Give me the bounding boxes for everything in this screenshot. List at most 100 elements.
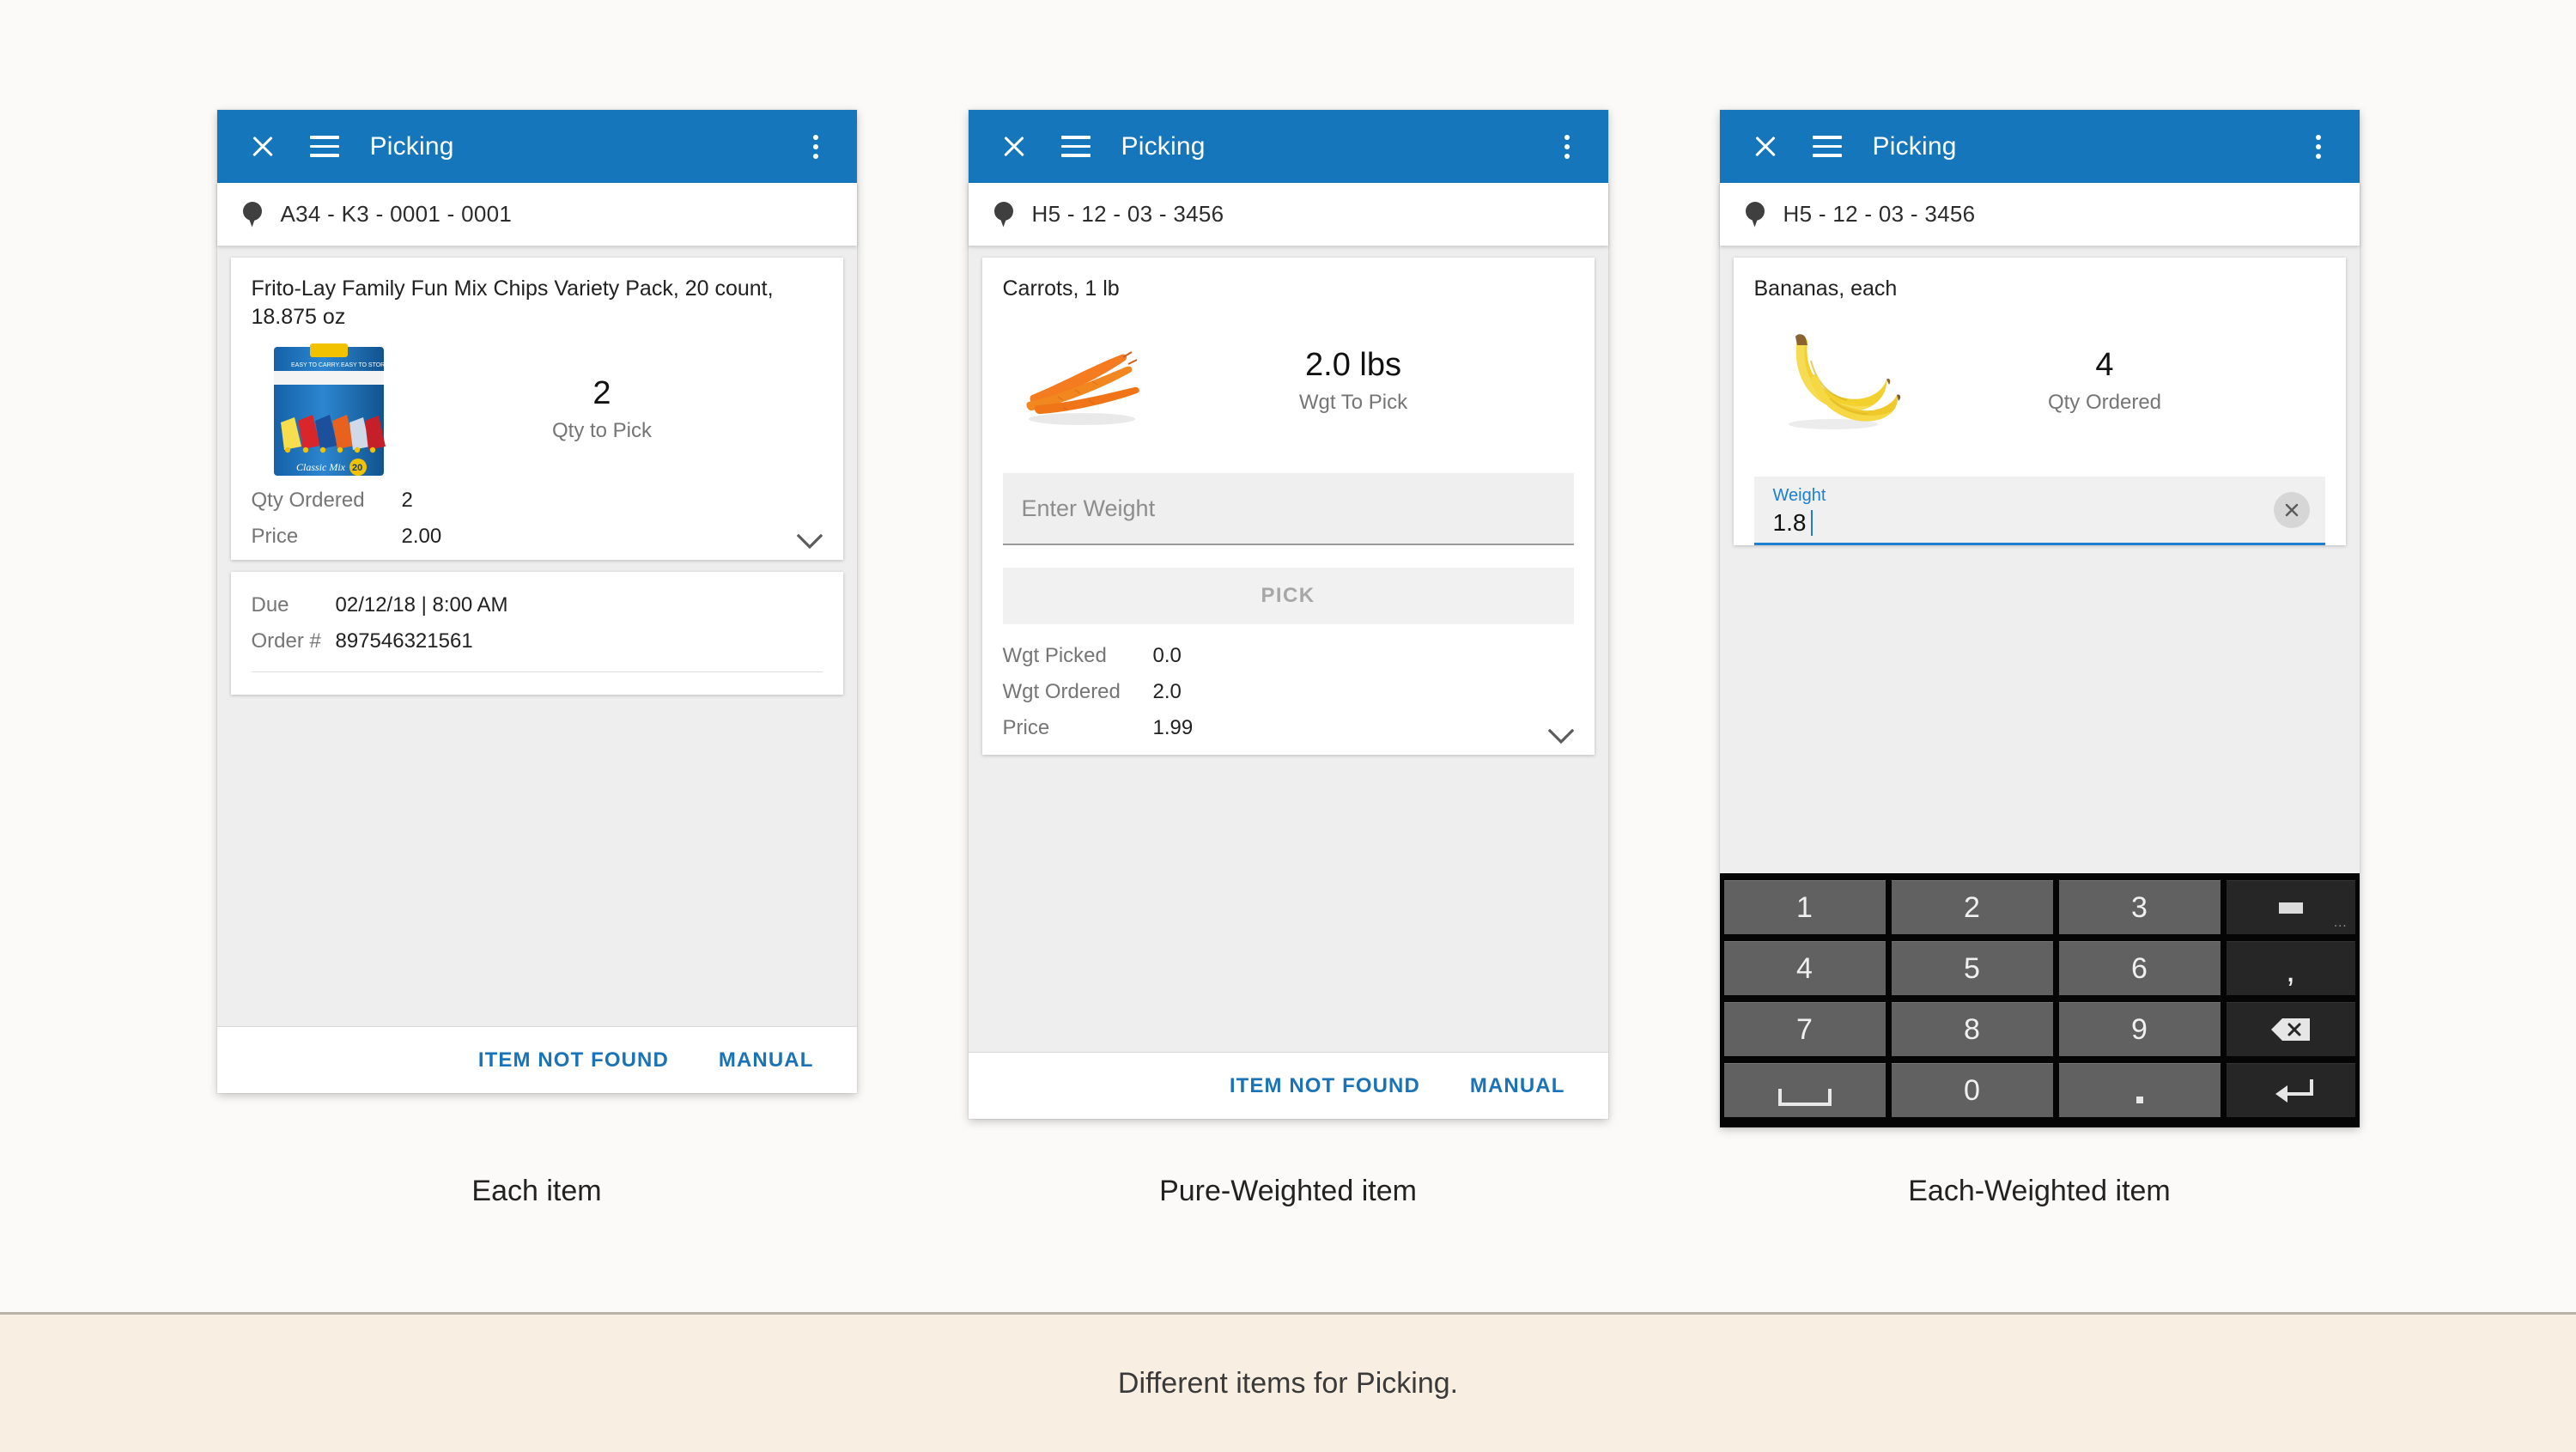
app-bar-title: Picking <box>1872 131 1957 161</box>
weight-input[interactable]: Weight 1.8 <box>1753 477 2325 545</box>
item-details: Wgt Picked 0.0 Wgt Ordered 2.0 Price 1.9… <box>1003 624 1574 755</box>
more-symbols-hint: ... <box>2333 915 2348 930</box>
qty-ordered-value: 4 <box>2095 347 2114 384</box>
bananas-image <box>1754 308 1909 454</box>
phone-pure-weighted-item: Picking H5 - 12 - 03 - 3456 Carrots, 1 l… <box>968 110 1608 1119</box>
carrots-image <box>1003 308 1157 454</box>
chips-variety-pack-image: EASY TO CARRY. EASY TO STORE. Classic Mi… <box>252 337 406 483</box>
overflow-menu-icon[interactable] <box>2303 127 2334 167</box>
key-6[interactable]: 6 <box>2058 941 2221 995</box>
space-icon <box>1777 1089 1832 1106</box>
order-label: Order # <box>251 629 321 653</box>
key-3[interactable]: 3 <box>2058 880 2221 934</box>
detail-value: 2 <box>401 489 413 512</box>
qty-to-pick-value: 2 <box>592 375 611 412</box>
scroll-body: Frito-Lay Family Fun Mix Chips Variety P… <box>216 246 857 1026</box>
item-not-found-button[interactable]: ITEM NOT FOUND <box>1224 1073 1425 1099</box>
hamburger-menu-icon[interactable] <box>305 127 344 167</box>
item-not-found-button[interactable]: ITEM NOT FOUND <box>473 1048 674 1073</box>
location-bar[interactable]: A34 - K3 - 0001 - 0001 <box>216 183 857 246</box>
detail-value: 2.00 <box>401 525 442 548</box>
location-pin-icon <box>242 201 262 228</box>
manual-button[interactable]: MANUAL <box>714 1048 819 1073</box>
detail-row: Wgt Picked 0.0 <box>1003 638 1574 674</box>
hamburger-menu-icon[interactable] <box>1056 127 1096 167</box>
wgt-to-pick-value: 2.0 lbs <box>1305 347 1401 384</box>
location-text: H5 - 12 - 03 - 3456 <box>1783 201 1976 227</box>
svg-text:Classic Mix: Classic Mix <box>296 461 346 473</box>
numeric-keyboard: 1 2 3 ... 4 5 6 , 7 8 9 0 <box>1719 873 2360 1127</box>
item-card[interactable]: Carrots, 1 lb 2.0 lbs Wgt To Pick Enter … <box>981 258 1595 755</box>
svg-text:20: 20 <box>352 463 362 473</box>
detail-value: 1.99 <box>1152 716 1194 739</box>
keyboard-row: 4 5 6 , <box>1723 941 2355 995</box>
phone-each-item: Picking A34 - K3 - 0001 - 0001 Frito-Lay… <box>216 110 857 1093</box>
phone-mockups-row: Picking A34 - K3 - 0001 - 0001 Frito-Lay… <box>0 0 2576 1202</box>
item-card[interactable]: Frito-Lay Family Fun Mix Chips Variety P… <box>230 258 843 560</box>
key-0[interactable]: 0 <box>1891 1063 2053 1117</box>
key-comma[interactable]: , <box>2226 941 2355 995</box>
enter-icon[interactable] <box>2226 1063 2355 1117</box>
key-9[interactable]: 9 <box>2058 1002 2221 1056</box>
qty-to-pick-label: Qty to Pick <box>551 418 653 442</box>
overflow-menu-icon[interactable] <box>1552 127 1583 167</box>
close-icon[interactable] <box>243 127 283 167</box>
item-title: Bananas, each <box>1753 276 1898 301</box>
figure-caption-band: Different items for Picking. <box>0 1312 2576 1452</box>
close-icon[interactable] <box>994 127 1034 167</box>
location-bar[interactable]: H5 - 12 - 03 - 3456 <box>1719 183 2360 246</box>
order-card[interactable]: Due 02/12/18 | 8:00 AM Order # 897546321… <box>230 572 843 695</box>
location-pin-icon <box>993 201 1013 228</box>
key-period[interactable] <box>2058 1063 2221 1117</box>
hamburger-menu-icon[interactable] <box>1807 127 1847 167</box>
key-4[interactable]: 4 <box>1723 941 1886 995</box>
item-card[interactable]: Bananas, each 4 Qty Ordered Weight 1.8 <box>1733 258 2346 545</box>
keyboard-row: 7 8 9 <box>1723 1002 2355 1056</box>
app-bar: Picking <box>968 110 1608 183</box>
keyboard-row: 0 <box>1723 1063 2355 1117</box>
minus-icon <box>2278 902 2303 914</box>
item-title: Carrots, 1 lb <box>1002 276 1120 301</box>
order-value: 897546321561 <box>335 629 473 653</box>
detail-row: Price 2.00 <box>252 519 823 555</box>
order-label: Due <box>251 593 289 617</box>
key-8[interactable]: 8 <box>1891 1002 2053 1056</box>
pick-button[interactable]: PICK <box>1002 568 1574 624</box>
weight-input[interactable]: Enter Weight <box>1002 473 1574 545</box>
key-5[interactable]: 5 <box>1891 941 2053 995</box>
item-summary-row: 4 Qty Ordered <box>1754 303 2325 454</box>
item-details: Qty Ordered 2 Price 2.00 <box>252 483 823 560</box>
detail-label: Price <box>1002 716 1050 739</box>
chevron-down-icon[interactable] <box>796 534 823 550</box>
scroll-body: Carrots, 1 lb 2.0 lbs Wgt To Pick Enter … <box>968 246 1608 1052</box>
overflow-menu-icon[interactable] <box>800 127 831 167</box>
detail-label: Price <box>251 525 299 548</box>
key-7[interactable]: 7 <box>1723 1002 1886 1056</box>
detail-label: Qty Ordered <box>251 489 365 512</box>
app-bar-title: Picking <box>1121 131 1206 161</box>
key-space[interactable] <box>1723 1063 1886 1117</box>
app-bar: Picking <box>1719 110 2360 183</box>
chevron-down-icon[interactable] <box>1547 729 1574 744</box>
key-2[interactable]: 2 <box>1891 880 2053 934</box>
location-text: A34 - K3 - 0001 - 0001 <box>280 201 513 227</box>
keyboard-row: 1 2 3 ... <box>1723 880 2355 934</box>
manual-button[interactable]: MANUAL <box>1465 1073 1571 1099</box>
key-minus[interactable]: ... <box>2226 880 2355 934</box>
app-bar-title: Picking <box>369 131 454 161</box>
order-row: Due 02/12/18 | 8:00 AM <box>252 587 823 623</box>
detail-value: 2.0 <box>1152 680 1182 703</box>
key-1[interactable]: 1 <box>1723 880 1886 934</box>
weight-input-value: 1.8 <box>1772 508 1807 536</box>
qty-ordered-label: Qty Ordered <box>2047 390 2162 414</box>
wgt-to-pick-label: Wgt To Pick <box>1298 390 1408 414</box>
detail-label: Wgt Picked <box>1002 644 1107 667</box>
backspace-icon[interactable] <box>2226 1002 2355 1056</box>
close-icon[interactable] <box>1746 127 1785 167</box>
location-bar[interactable]: H5 - 12 - 03 - 3456 <box>968 183 1608 246</box>
weight-input-value-row: 1.8 <box>1773 509 2306 537</box>
clear-x-icon[interactable] <box>2273 491 2310 528</box>
caption-each-item: Each item <box>471 1175 602 1207</box>
qty-ordered-block: 4 Qty Ordered <box>1909 347 2325 415</box>
svg-text:EASY TO STORE.: EASY TO STORE. <box>341 362 391 368</box>
